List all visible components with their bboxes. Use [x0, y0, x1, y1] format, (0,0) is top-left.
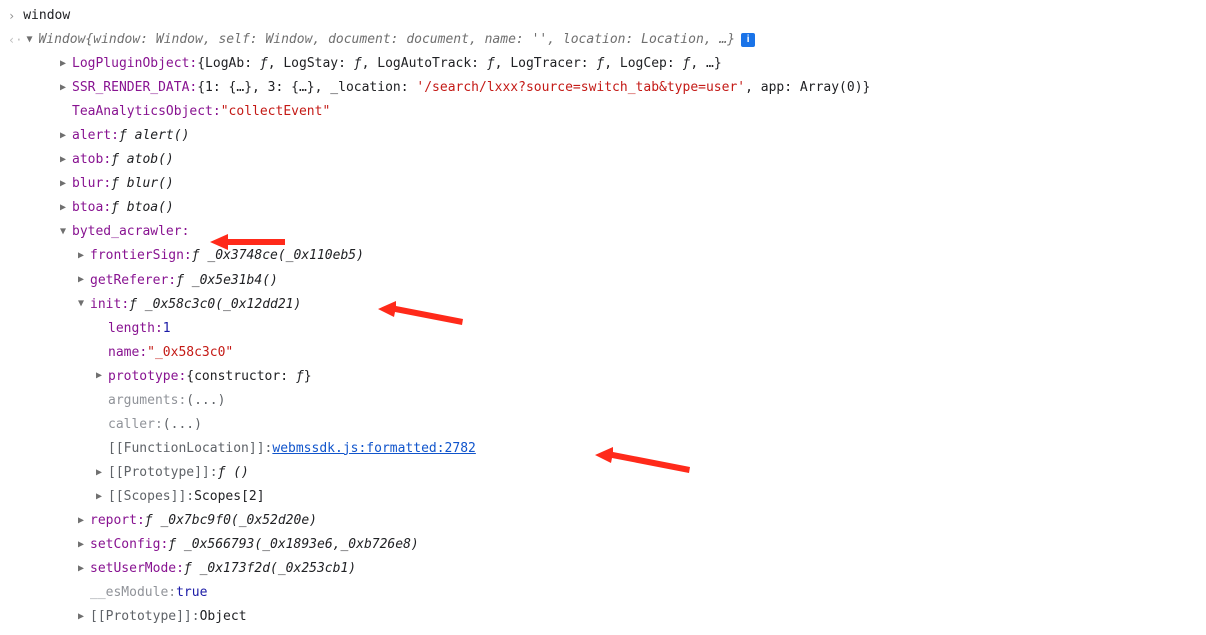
property-row[interactable]: ▼ init: ƒ _0x58c3c0(_0x12dd21) [0, 293, 1206, 317]
property-value: true [176, 581, 207, 605]
property-key: frontierSign: [90, 244, 192, 268]
console-input-line: › window [0, 4, 1206, 28]
expand-arrow-icon[interactable]: ▶ [76, 608, 86, 627]
expand-arrow-icon[interactable]: ▶ [58, 127, 68, 146]
property-key: length: [108, 317, 163, 341]
property-value: 1 [163, 317, 171, 341]
console-input-text: window [23, 4, 70, 28]
expand-arrow-icon[interactable]: ▶ [58, 151, 68, 170]
property-value: ƒ _0x3748ce(_0x110eb5) [192, 244, 364, 268]
console-output-icon: ‹· [8, 29, 22, 51]
property-value: ƒ blur() [111, 172, 174, 196]
property-value: {1: {…}, 3: {…}, _location: '/search/lxx… [197, 76, 870, 100]
property-value: ƒ alert() [119, 124, 189, 148]
expand-arrow-icon[interactable]: ▶ [76, 536, 86, 555]
property-key: LogPluginObject: [72, 52, 197, 76]
expand-arrow-icon[interactable]: ▶ [76, 560, 86, 579]
property-row[interactable]: ▶ SSR_RENDER_DATA: {1: {…}, 3: {…}, _loc… [0, 76, 1206, 100]
property-row[interactable]: ▶ btoa: ƒ btoa() [0, 196, 1206, 220]
property-value: "_0x58c3c0" [147, 341, 233, 365]
console-output-line: ‹· ▼ Window {window: Window, self: Windo… [0, 28, 1206, 52]
expand-arrow-icon[interactable]: ▼ [76, 295, 86, 314]
property-key: init: [90, 293, 129, 317]
source-link[interactable]: webmssdk.js:formatted:2782 [272, 437, 476, 461]
property-key: __esModule: [90, 581, 176, 605]
property-row[interactable]: __esModule: true [0, 581, 1206, 605]
property-key: getReferer: [90, 269, 176, 293]
property-row[interactable]: ▶ report: ƒ _0x7bc9f0(_0x52d20e) [0, 509, 1206, 533]
property-row[interactable]: ▼ byted_acrawler: [0, 220, 1206, 244]
property-key: setConfig: [90, 533, 168, 557]
property-value: ƒ btoa() [111, 196, 174, 220]
console-prompt-icon: › [8, 5, 15, 27]
property-row[interactable]: ▶ prototype: {constructor: ƒ} [0, 365, 1206, 389]
expand-arrow-icon[interactable]: ▶ [94, 367, 104, 386]
property-row[interactable]: TeaAnalyticsObject: "collectEvent" [0, 100, 1206, 124]
property-value: ƒ _0x566793(_0x1893e6,_0xb726e8) [168, 533, 418, 557]
expand-arrow-icon[interactable]: ▶ [76, 247, 86, 266]
property-key: [[Scopes]]: [108, 485, 194, 509]
property-value: {constructor: ƒ} [186, 365, 311, 389]
property-row[interactable]: ▶ alert: ƒ alert() [0, 124, 1206, 148]
object-type: Window [38, 28, 85, 52]
expand-arrow-icon[interactable]: ▶ [76, 512, 86, 531]
property-row[interactable]: ▶ setUserMode: ƒ _0x173f2d(_0x253cb1) [0, 557, 1206, 581]
property-row[interactable]: ▶ frontierSign: ƒ _0x3748ce(_0x110eb5) [0, 244, 1206, 268]
property-key: prototype: [108, 365, 186, 389]
property-value: Object [200, 605, 247, 629]
property-row[interactable]: name: "_0x58c3c0" [0, 341, 1206, 365]
property-key: [[Prototype]]: [90, 605, 200, 629]
property-value: ƒ _0x173f2d(_0x253cb1) [184, 557, 356, 581]
property-value: ƒ _0x5e31b4() [176, 269, 278, 293]
property-value[interactable]: (...) [163, 413, 202, 437]
property-row[interactable]: ▶ atob: ƒ atob() [0, 148, 1206, 172]
property-key: byted_acrawler: [72, 220, 189, 244]
property-key: arguments: [108, 389, 186, 413]
property-row[interactable]: [[FunctionLocation]]: webmssdk.js:format… [0, 437, 1206, 461]
property-row[interactable]: ▶ [[Scopes]]: Scopes[2] [0, 485, 1206, 509]
property-key: setUserMode: [90, 557, 184, 581]
property-row[interactable]: ▶ [[Prototype]]: Object [0, 605, 1206, 629]
property-row[interactable]: ▶ blur: ƒ blur() [0, 172, 1206, 196]
expand-arrow-icon[interactable]: ▶ [94, 464, 104, 483]
property-key: atob: [72, 148, 111, 172]
property-row[interactable]: ▶ LogPluginObject: {LogAb: ƒ, LogStay: ƒ… [0, 52, 1206, 76]
property-row[interactable]: length: 1 [0, 317, 1206, 341]
property-value: "collectEvent" [221, 100, 331, 124]
property-value: ƒ _0x58c3c0(_0x12dd21) [129, 293, 301, 317]
expand-arrow-icon[interactable]: ▶ [58, 199, 68, 218]
property-key: TeaAnalyticsObject: [72, 100, 221, 124]
property-key: [[FunctionLocation]]: [108, 437, 272, 461]
property-value: ƒ atob() [111, 148, 174, 172]
property-value: ƒ () [218, 461, 249, 485]
property-key: alert: [72, 124, 119, 148]
property-value: {LogAb: ƒ, LogStay: ƒ, LogAutoTrack: ƒ, … [197, 52, 721, 76]
expand-arrow-icon[interactable]: ▶ [58, 79, 68, 98]
property-row[interactable]: caller: (...) [0, 413, 1206, 437]
property-row[interactable]: arguments: (...) [0, 389, 1206, 413]
property-key: [[Prototype]]: [108, 461, 218, 485]
property-key: caller: [108, 413, 163, 437]
expand-arrow-icon[interactable]: ▶ [58, 55, 68, 74]
property-key: btoa: [72, 196, 111, 220]
expand-arrow-icon[interactable]: ▶ [76, 271, 86, 290]
property-value[interactable]: (...) [186, 389, 225, 413]
property-value: ƒ _0x7bc9f0(_0x52d20e) [145, 509, 317, 533]
expand-arrow-icon[interactable]: ▼ [58, 223, 68, 242]
property-key: SSR_RENDER_DATA: [72, 76, 197, 100]
expand-arrow-icon[interactable]: ▼ [24, 31, 34, 50]
property-key: name: [108, 341, 147, 365]
object-preview[interactable]: {window: Window, self: Window, document:… [85, 28, 735, 52]
property-row[interactable]: ▶ getReferer: ƒ _0x5e31b4() [0, 269, 1206, 293]
property-key: report: [90, 509, 145, 533]
info-icon[interactable]: i [741, 33, 755, 47]
expand-arrow-icon[interactable]: ▶ [94, 488, 104, 507]
property-row[interactable]: ▶ [[Prototype]]: ƒ () [0, 461, 1206, 485]
property-key: blur: [72, 172, 111, 196]
expand-arrow-icon[interactable]: ▶ [58, 175, 68, 194]
property-row[interactable]: ▶ setConfig: ƒ _0x566793(_0x1893e6,_0xb7… [0, 533, 1206, 557]
property-value: Scopes[2] [194, 485, 264, 509]
